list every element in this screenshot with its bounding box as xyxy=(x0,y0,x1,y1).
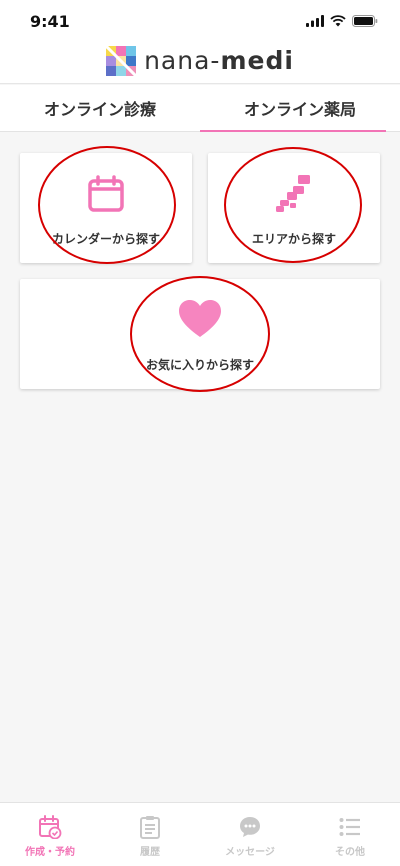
list-icon xyxy=(339,818,360,836)
nav-label: 履歴 xyxy=(140,847,160,858)
nav-label: 作成・予約 xyxy=(25,847,75,858)
logo-text-light: nana- xyxy=(144,46,221,75)
search-by-area-label: エリアから探す xyxy=(251,232,336,246)
heart-icon xyxy=(179,300,221,337)
tab-label: オンライン診療 xyxy=(43,100,156,119)
nav-create-reserve[interactable]: 作成・予約 xyxy=(0,803,100,866)
search-by-calendar-card[interactable]: カレンダーから探す xyxy=(20,153,192,263)
nav-message[interactable]: メッセージ xyxy=(200,803,300,866)
clipboard-icon xyxy=(140,816,160,839)
wifi-icon xyxy=(330,15,346,27)
search-by-calendar-label: カレンダーから探す xyxy=(51,232,160,246)
search-by-area-card[interactable]: エリアから探す xyxy=(208,153,380,263)
app-header: nana-medi xyxy=(0,38,400,84)
japan-map-icon xyxy=(276,175,310,212)
search-by-favorite-label: お気に入りから探す xyxy=(145,358,254,372)
battery-icon xyxy=(352,15,378,27)
nav-history[interactable]: 履歴 xyxy=(100,803,200,866)
nana-medi-logo-icon xyxy=(106,45,137,76)
bottom-navigation: 作成・予約 履歴 メッセージ その他 xyxy=(0,802,400,866)
calendar-check-icon xyxy=(39,815,62,839)
nav-label: メッセージ xyxy=(225,847,275,858)
tab-online-consultation[interactable]: オンライン診療 xyxy=(0,85,200,131)
nav-label: その他 xyxy=(335,847,365,858)
tab-online-pharmacy[interactable]: オンライン薬局 xyxy=(200,85,400,132)
search-by-favorite-card[interactable]: お気に入りから探す xyxy=(20,279,380,389)
calendar-icon xyxy=(88,175,124,212)
app-logo-text: nana-medi xyxy=(144,46,294,75)
signal-icon xyxy=(306,15,324,27)
service-tabs: オンライン診療 オンライン薬局 xyxy=(0,85,400,132)
logo-text-bold: medi xyxy=(220,46,294,75)
status-icons xyxy=(306,15,378,27)
chat-bubble-icon xyxy=(240,817,260,837)
tab-label: オンライン薬局 xyxy=(243,100,356,119)
nav-other[interactable]: その他 xyxy=(300,803,400,866)
status-time: 9:41 xyxy=(30,12,70,31)
